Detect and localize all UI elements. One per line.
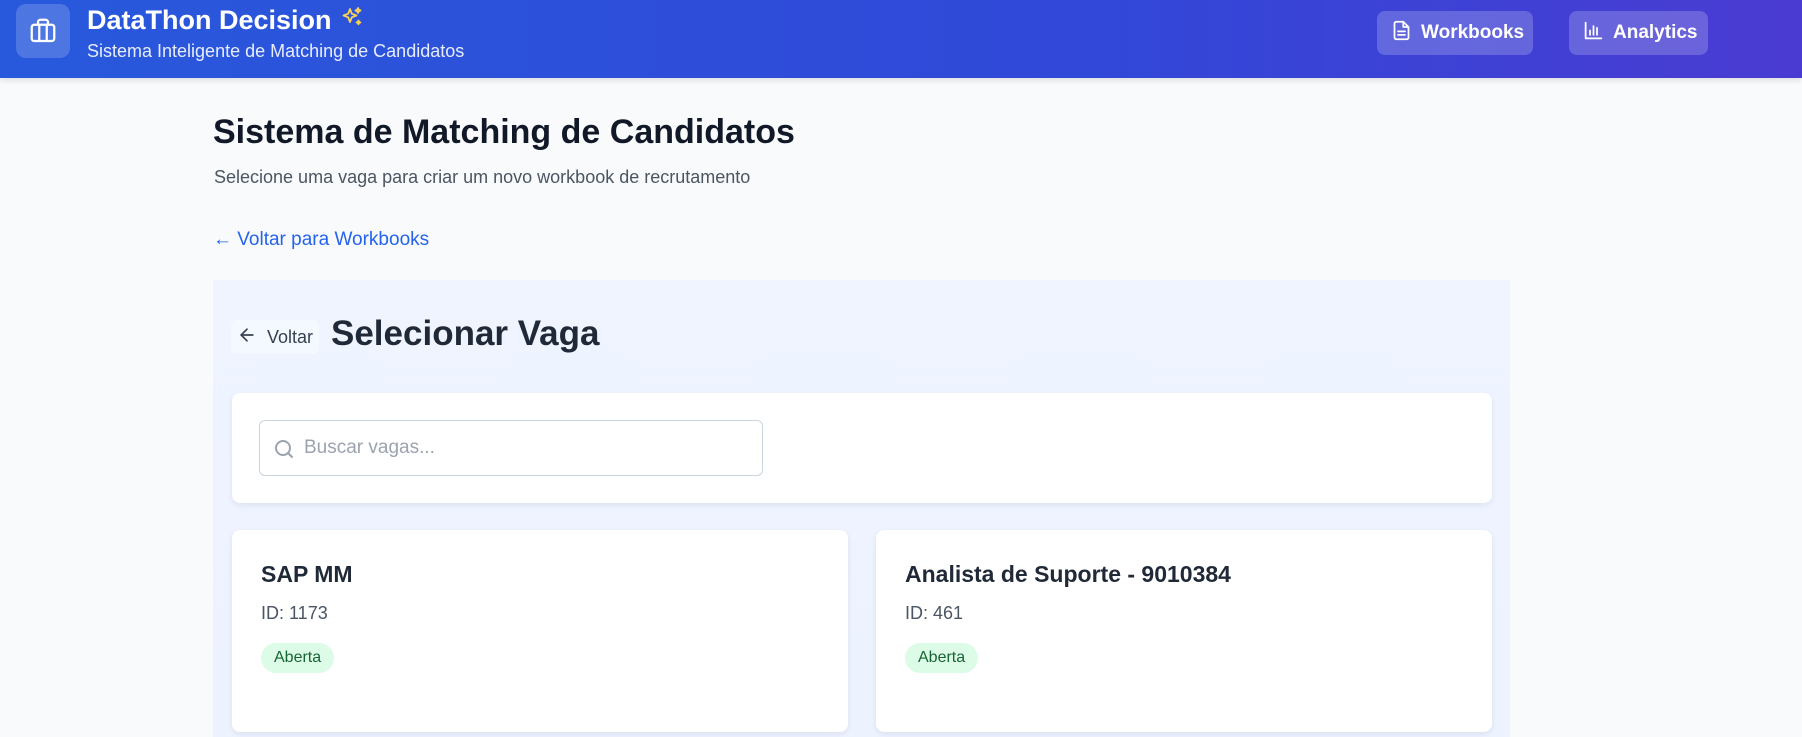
search-field[interactable] <box>259 420 763 476</box>
job-title: Analista de Suporte - 9010384 <box>905 561 1231 587</box>
bar-chart-icon <box>1583 20 1604 47</box>
back-button[interactable]: Voltar <box>231 320 320 354</box>
job-card[interactable]: SAP MM ID: 1173 Aberta <box>232 530 848 732</box>
nav-workbooks-button[interactable]: Workbooks <box>1377 11 1533 55</box>
nav-analytics-label: Analytics <box>1613 22 1698 43</box>
job-id: ID: 1173 <box>261 603 328 623</box>
nav-analytics-button[interactable]: Analytics <box>1569 11 1708 55</box>
page-subtitle: Selecione uma vaga para criar um novo wo… <box>214 167 751 187</box>
arrow-left-icon <box>237 325 257 350</box>
app-subtitle: Sistema Inteligente de Matching de Candi… <box>87 41 465 61</box>
page-title: Sistema de Matching de Candidatos <box>213 113 795 151</box>
app-title-text: DataThon Decision <box>87 5 332 35</box>
sparkles-icon <box>340 3 364 37</box>
nav-workbooks-label: Workbooks <box>1421 22 1525 43</box>
job-id: ID: 461 <box>905 603 964 623</box>
job-title: SAP MM <box>261 561 353 587</box>
top-header: DataThon Decision Sistema Inteligente de… <box>0 0 1802 78</box>
app-title: DataThon Decision <box>87 3 364 37</box>
back-to-workbooks-link[interactable]: ← Voltar para Workbooks <box>213 229 429 251</box>
search-icon <box>272 437 296 461</box>
status-badge: Aberta <box>905 643 979 673</box>
status-badge: Aberta <box>261 643 335 673</box>
search-input[interactable] <box>304 437 744 459</box>
section-title: Selecionar Vaga <box>331 314 600 353</box>
briefcase-icon <box>16 4 70 58</box>
back-button-label: Voltar <box>267 326 314 347</box>
document-icon <box>1391 20 1412 47</box>
job-card[interactable]: Analista de Suporte - 9010384 ID: 461 Ab… <box>876 530 1492 732</box>
